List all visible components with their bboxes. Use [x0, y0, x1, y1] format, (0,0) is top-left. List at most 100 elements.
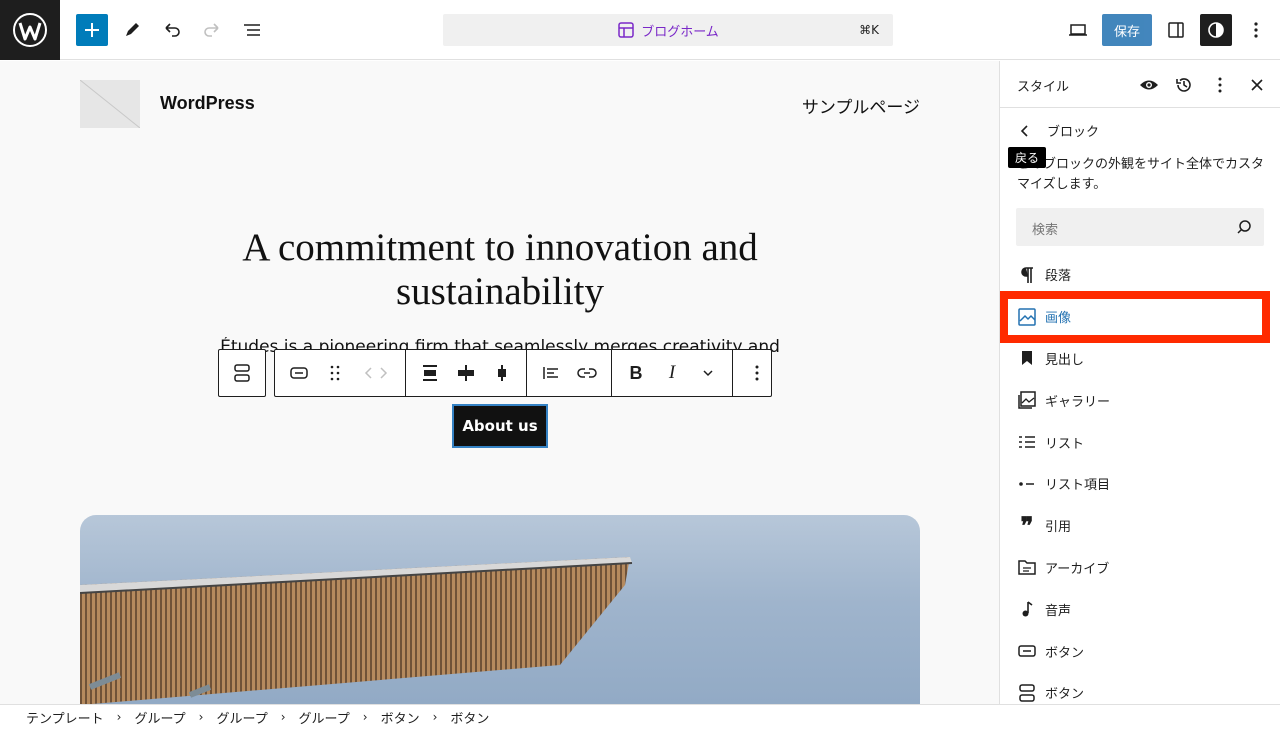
- buttons-block-icon: [234, 364, 250, 382]
- more-vertical-icon: [1254, 22, 1258, 38]
- history-icon[interactable]: [1172, 73, 1196, 97]
- command-label: ブログホーム: [641, 24, 719, 40]
- wordpress-icon: [13, 13, 47, 47]
- toolbar-group-more: [733, 350, 781, 396]
- button-block-icon[interactable]: [281, 350, 317, 396]
- chevron-right-icon: ›: [116, 710, 122, 724]
- top-toolbar: ブログホーム ⌘K 保存: [0, 0, 1280, 60]
- hero-heading[interactable]: A commitment to innovation and sustainab…: [160, 226, 840, 314]
- block-search-input[interactable]: 検索: [1016, 208, 1264, 246]
- close-icon[interactable]: [1245, 73, 1269, 97]
- command-palette-bar[interactable]: ブログホーム ⌘K: [443, 14, 893, 46]
- list-item-icon: [1016, 473, 1038, 495]
- quote-icon: ❞: [1020, 510, 1034, 540]
- block-item-label: 画像: [1045, 311, 1072, 327]
- block-item-archive[interactable]: アーカイブ: [1000, 547, 1280, 589]
- list-icon: [1016, 431, 1038, 453]
- sidebar-description: このブロックの外観をサイト全体でカスタマイズします。: [1017, 157, 1265, 192]
- breadcrumb-item[interactable]: ボタン: [381, 708, 420, 727]
- more-vertical-icon[interactable]: [739, 350, 775, 396]
- button-icon: [1016, 640, 1038, 662]
- redo-button[interactable]: [196, 14, 228, 46]
- italic-icon[interactable]: I: [654, 350, 690, 396]
- save-button[interactable]: 保存: [1102, 14, 1152, 46]
- chevron-right-icon: ›: [198, 710, 204, 724]
- block-item-image[interactable]: 画像: [1000, 296, 1280, 338]
- layout-icon: [618, 22, 634, 38]
- chevron-right-icon: ›: [432, 710, 438, 724]
- paragraph-icon: [1016, 264, 1038, 286]
- block-item-list[interactable]: リスト: [1000, 421, 1280, 463]
- bold-icon[interactable]: B: [618, 350, 654, 396]
- plus-icon: [85, 23, 99, 37]
- breadcrumb-item[interactable]: グループ: [134, 708, 185, 727]
- roof-illustration: [80, 557, 633, 704]
- more-vertical-icon[interactable]: [1208, 73, 1232, 97]
- preview-device-button[interactable]: [1062, 14, 1094, 46]
- wordpress-logo-button[interactable]: [0, 0, 60, 60]
- chevron-down-icon[interactable]: [690, 350, 726, 396]
- styles-sidebar: スタイル ブロック このブロックの外観をサイト全体でカスタマイズします。 戻る …: [999, 61, 1280, 704]
- block-item-label: ボタン: [1045, 645, 1085, 661]
- breadcrumb-item[interactable]: ボタン: [450, 708, 489, 727]
- audio-icon: [1016, 598, 1038, 620]
- sidebar-header: スタイル: [1000, 61, 1280, 108]
- block-item-label: リスト項目: [1045, 478, 1111, 494]
- pencil-icon: [126, 23, 139, 36]
- block-item-label: リスト: [1045, 436, 1085, 452]
- about-us-button[interactable]: About us: [452, 404, 548, 448]
- redo-icon: [204, 23, 219, 37]
- sidebar-title: スタイル: [1017, 80, 1070, 95]
- block-item-label: ギャラリー: [1045, 394, 1111, 410]
- block-type-button[interactable]: [218, 349, 266, 397]
- back-tooltip: 戻る: [1008, 147, 1047, 168]
- editor-canvas[interactable]: WordPress サンプルページ A commitment to innova…: [0, 61, 999, 704]
- block-item-gallery[interactable]: ギャラリー: [1000, 379, 1280, 421]
- chevron-right-icon: ›: [362, 710, 368, 724]
- add-block-button[interactable]: [76, 14, 108, 46]
- block-item-button[interactable]: ボタン: [1000, 630, 1280, 672]
- link-icon[interactable]: [569, 350, 605, 396]
- justify-top-icon[interactable]: [412, 350, 448, 396]
- breadcrumb-item[interactable]: グループ: [299, 708, 350, 727]
- block-item-heading[interactable]: 見出し: [1000, 338, 1280, 380]
- eye-icon[interactable]: [1137, 73, 1161, 97]
- block-item-buttons[interactable]: ボタン: [1000, 672, 1280, 704]
- block-item-paragraph[interactable]: 段落: [1000, 254, 1280, 296]
- buttons-icon: [1016, 682, 1038, 704]
- contrast-icon: [1208, 22, 1224, 38]
- chevron-left-icon: [1020, 124, 1028, 137]
- block-item-label: 段落: [1045, 269, 1072, 285]
- architecture-image[interactable]: [80, 515, 920, 704]
- block-item-label: アーカイブ: [1045, 561, 1110, 577]
- back-navigation[interactable]: ブロック: [1017, 121, 1099, 140]
- document-overview-button[interactable]: [236, 14, 268, 46]
- justify-stretch-icon[interactable]: [484, 350, 520, 396]
- block-item-list-item[interactable]: リスト項目: [1000, 463, 1280, 505]
- breadcrumb-item[interactable]: テンプレート: [26, 708, 104, 727]
- undo-button[interactable]: [156, 14, 188, 46]
- align-left-icon[interactable]: [533, 350, 569, 396]
- search-placeholder: 検索: [1032, 223, 1059, 238]
- site-logo-placeholder[interactable]: [80, 80, 140, 128]
- nav-link-sample-page[interactable]: サンプルページ: [802, 93, 920, 118]
- toolbar-group-text: [527, 350, 612, 396]
- tools-button[interactable]: [116, 14, 148, 46]
- drag-handle-icon[interactable]: [317, 350, 353, 396]
- settings-toggle-button[interactable]: [1160, 14, 1192, 46]
- site-title[interactable]: WordPress: [160, 93, 255, 114]
- justify-center-icon[interactable]: [448, 350, 484, 396]
- styles-toggle-button[interactable]: [1200, 14, 1232, 46]
- search-icon: [1237, 220, 1251, 234]
- move-arrows-icon[interactable]: [353, 350, 399, 396]
- breadcrumb: テンプレート › グループ › グループ › グループ › ボタン › ボタン: [0, 704, 1280, 729]
- breadcrumb-item[interactable]: グループ: [216, 708, 267, 727]
- options-menu-button[interactable]: [1240, 14, 1272, 46]
- shortcut-hint: ⌘K: [859, 23, 879, 37]
- chevron-right-icon: ›: [280, 710, 286, 724]
- block-item-audio[interactable]: 音声: [1000, 588, 1280, 630]
- back-label: ブロック: [1047, 125, 1100, 140]
- block-item-quote[interactable]: ❞ 引用: [1000, 505, 1280, 547]
- block-list: 段落 画像 見出し ギャラリー リスト リスト項目 ❞ 引用 アーカイブ 音声 …: [1000, 254, 1280, 704]
- laptop-icon: [1069, 24, 1087, 36]
